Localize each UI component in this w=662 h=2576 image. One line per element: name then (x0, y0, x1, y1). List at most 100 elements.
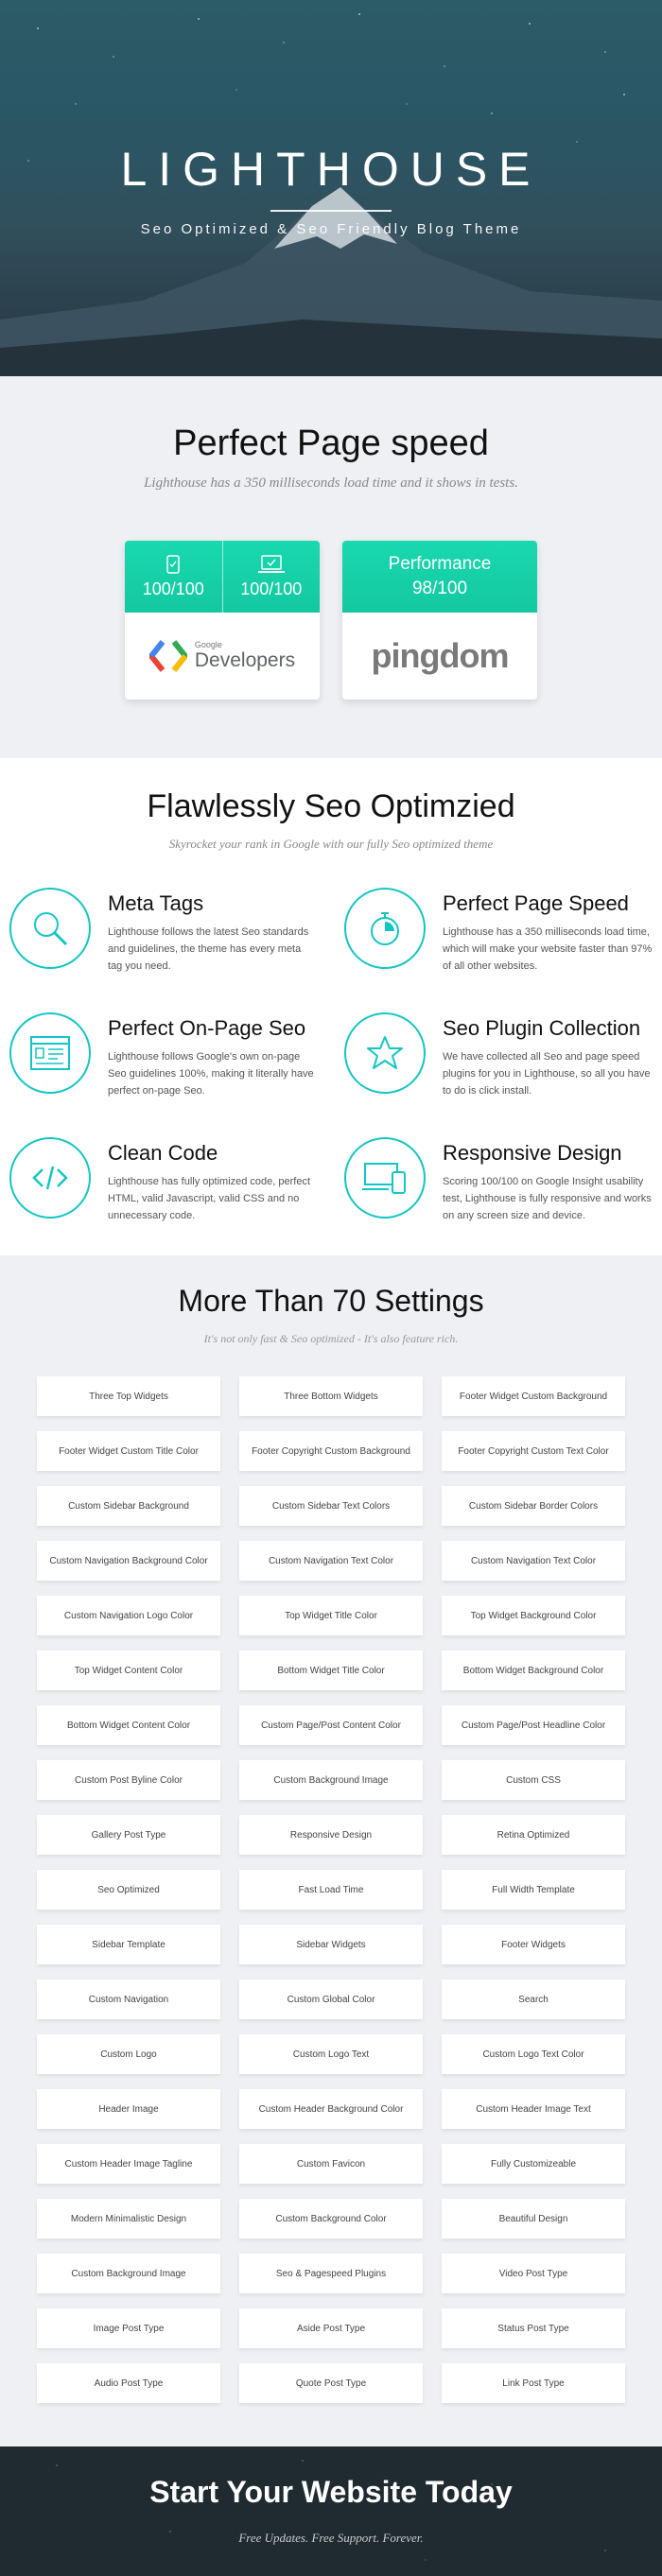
mobile-score-value: 100/100 (142, 579, 204, 598)
google-developers-logo: Google Developers (125, 613, 320, 700)
settings-item: Custom Favicon (239, 2144, 423, 2184)
page-speed-subtitle: Lighthouse has a 350 milliseconds load t… (144, 475, 518, 491)
settings-item: Link Post Type (442, 2363, 625, 2403)
settings-item: Three Top Widgets (37, 1376, 220, 1416)
settings-item: Three Bottom Widgets (239, 1376, 423, 1416)
settings-item: Status Post Type (442, 2308, 625, 2348)
settings-item: Footer Widget Custom Background (442, 1376, 625, 1416)
settings-item: Quote Post Type (239, 2363, 423, 2403)
settings-item: Gallery Post Type (37, 1815, 220, 1855)
settings-item: Footer Widget Custom Title Color (37, 1431, 220, 1471)
feature-title: Responsive Design (443, 1141, 622, 1165)
feature-text: Scoring 100/100 on Google Insight usabil… (443, 1176, 652, 1221)
settings-item: Modern Minimalistic Design (37, 2199, 220, 2239)
feature-meta-tags: Meta Tags Lighthouse follows the latest … (9, 888, 318, 975)
settings-item: Fully Customizeable (442, 2144, 625, 2184)
feature-text: Lighthouse has a 350 milliseconds load t… (443, 926, 653, 972)
seo-subtitle: Skyrocket your rank in Google with our f… (168, 837, 494, 851)
settings-item: Custom Navigation (37, 1980, 220, 2019)
cta-title: Start Your Website Today (149, 2475, 513, 2509)
feature-text: Lighthouse follows the latest Seo standa… (108, 926, 309, 972)
browser-icon (30, 1036, 70, 1070)
settings-item: Custom Navigation Logo Color (37, 1596, 220, 1635)
google-developers-icon (148, 640, 187, 672)
settings-item: Beautiful Design (442, 2199, 625, 2239)
developers-logo-text: Developers (194, 649, 296, 671)
desktop-score: 100/100 (221, 541, 321, 613)
hero-divider (270, 210, 392, 212)
feature-clean-code: Clean Code Lighthouse has fully optimize… (9, 1137, 318, 1224)
settings-item: Bottom Widget Background Color (442, 1651, 625, 1690)
settings-item: Custom Background Color (239, 2199, 423, 2239)
settings-item: Sidebar Template (37, 1925, 220, 1964)
performance-score: 98/100 (411, 579, 468, 598)
settings-item: Footer Widgets (442, 1925, 625, 1964)
settings-item: Custom Navigation Background Color (37, 1541, 220, 1581)
hero-subtitle: Seo Optimized & Seo Friendly Blog Theme (140, 221, 522, 237)
settings-item: Custom Logo (37, 2034, 220, 2074)
settings-item: Custom Sidebar Text Colors (239, 1486, 423, 1526)
settings-grid: Three Top Widgets Three Bottom Widgets Foo… (0, 1376, 662, 2403)
pingdom-score-card: Performance 98/100 pingdom (342, 541, 537, 700)
settings-item: Image Post Type (37, 2308, 220, 2348)
settings-item: Custom Page/Post Headline Color (442, 1705, 625, 1745)
settings-item: Retina Optimized (442, 1815, 625, 1855)
settings-title: More Than 70 Settings (178, 1284, 484, 1318)
settings-item: Fast Load Time (239, 1870, 423, 1910)
settings-item: Seo & Pagespeed Plugins (239, 2254, 423, 2293)
settings-item: Full Width Template (442, 1870, 625, 1910)
settings-item: Custom Sidebar Background (37, 1486, 220, 1526)
feature-list: Meta Tags Lighthouse follows the latest … (0, 888, 662, 1224)
settings-item: Custom Logo Text (239, 2034, 423, 2074)
page-speed-title: Perfect Page speed (173, 424, 489, 463)
settings-item: Custom Sidebar Border Colors (442, 1486, 625, 1526)
settings-item: Sidebar Widgets (239, 1925, 423, 1964)
settings-subtitle: It's not only fast & Seo optimized - It'… (203, 1332, 459, 1345)
settings-item: Custom Post Byline Color (37, 1760, 220, 1800)
settings-item: Custom Navigation Text Color (239, 1541, 423, 1581)
settings-item: Footer Copyright Custom Background (239, 1431, 423, 1471)
feature-title: Perfect Page Speed (443, 891, 629, 915)
settings-section: More Than 70 Settings It's not only fast… (0, 1255, 662, 2446)
settings-item: Seo Optimized (37, 1870, 220, 1910)
settings-item: Custom Header Background Color (239, 2089, 423, 2129)
settings-item: Custom Background Image (37, 2254, 220, 2293)
settings-item: Video Post Type (442, 2254, 625, 2293)
settings-item: Header Image (37, 2089, 220, 2129)
feature-title: Perfect On-Page Seo (108, 1016, 306, 1040)
score-cards: 100/100 100/100 Google Developers Perfor… (0, 541, 662, 700)
cta-subtitle: Free Updates. Free Support. Forever. (238, 2531, 424, 2545)
feature-seo-plugins: Seo Plugin Collection We have collected … (344, 1012, 653, 1099)
stopwatch-icon (371, 912, 399, 945)
settings-item: Custom Header Image Tagline (37, 2144, 220, 2184)
seo-section: Flawlessly Seo Optimzied Skyrocket your … (0, 758, 662, 1255)
settings-item: Responsive Design (239, 1815, 423, 1855)
feature-title: Seo Plugin Collection (443, 1016, 641, 1040)
settings-item: Custom Navigation Text Color (442, 1541, 625, 1581)
settings-item: Footer Copyright Custom Text Color (442, 1431, 625, 1471)
feature-title: Clean Code (108, 1141, 218, 1165)
settings-item: Custom Background Image (239, 1760, 423, 1800)
laptop-icon (257, 554, 285, 573)
page-speed-section: Perfect Page speed Lighthouse has a 350 … (0, 376, 662, 758)
search-icon (34, 912, 68, 946)
settings-item: Custom Logo Text Color (442, 2034, 625, 2074)
feature-text: Lighthouse has fully optimized code, per… (108, 1176, 311, 1221)
settings-item: Custom Global Color (239, 1980, 423, 2019)
feature-on-page-seo: Perfect On-Page Seo Lighthouse follows G… (9, 1012, 318, 1099)
cta-starfield-background (56, 2460, 606, 2561)
google-logo-small: Google (194, 640, 222, 649)
devices-icon (362, 1163, 406, 1194)
mobile-score: 100/100 (125, 541, 222, 613)
feature-text: Lighthouse follows Google's own on-page … (108, 1051, 314, 1097)
mobile-icon (166, 554, 180, 574)
hero-section: LIGHTHOUSE Seo Optimized & Seo Friendly … (0, 0, 662, 376)
settings-item: Custom Page/Post Content Color (239, 1705, 423, 1745)
code-icon (32, 1166, 68, 1190)
star-icon (367, 1036, 403, 1069)
google-score-card: 100/100 100/100 Google Developers (125, 541, 320, 700)
settings-item: Aside Post Type (239, 2308, 423, 2348)
settings-item: Audio Post Type (37, 2363, 220, 2403)
settings-item: Custom CSS (442, 1760, 625, 1800)
settings-item: Custom Header Image Text (442, 2089, 625, 2129)
